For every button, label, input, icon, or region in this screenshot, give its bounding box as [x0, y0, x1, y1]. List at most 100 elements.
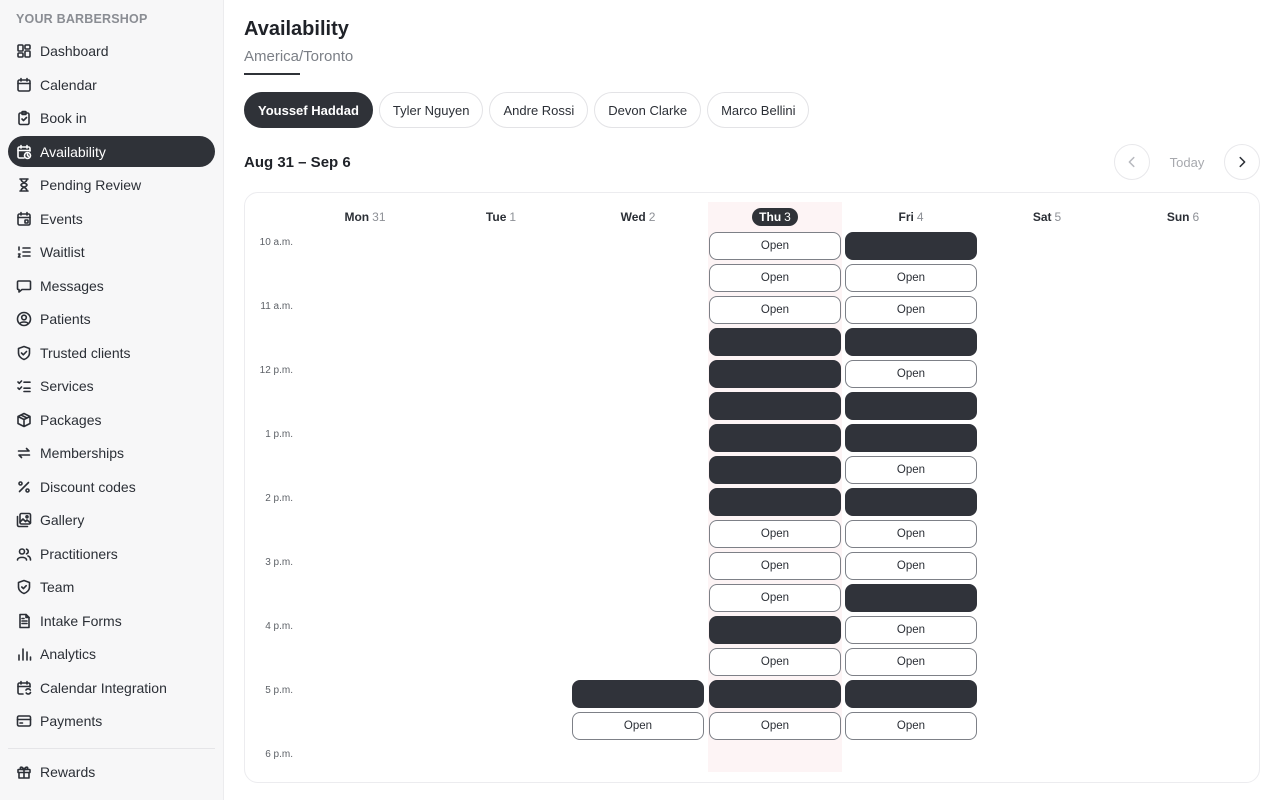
- day-header-fri: Fri 4: [844, 207, 978, 227]
- credit-card-icon: [16, 713, 32, 729]
- open-slot[interactable]: Open: [845, 648, 977, 676]
- day-date: 1: [509, 210, 517, 224]
- staff-tab-tyler-nguyen[interactable]: Tyler Nguyen: [378, 92, 484, 128]
- sidebar-item-trusted-clients[interactable]: Trusted clients: [8, 337, 215, 368]
- sidebar-item-calendar[interactable]: Calendar: [8, 69, 215, 100]
- sidebar-item-discount-codes[interactable]: Discount codes: [8, 471, 215, 502]
- open-slot[interactable]: Open: [845, 712, 977, 740]
- sidebar-item-payments[interactable]: Payments: [8, 705, 215, 736]
- day-date: 5: [1054, 210, 1062, 224]
- open-slot[interactable]: Open: [845, 552, 977, 580]
- day-header-wed: Wed 2: [571, 207, 705, 227]
- day-label: Tue 1: [486, 210, 516, 224]
- open-slot[interactable]: Open: [845, 616, 977, 644]
- booked-slot[interactable]: [845, 680, 977, 708]
- sidebar-item-label: Discount codes: [40, 478, 136, 495]
- sidebar-item-gallery[interactable]: Gallery: [8, 504, 215, 535]
- sidebar-item-label: Events: [40, 210, 83, 227]
- staff-tab-devon-clarke[interactable]: Devon Clarke: [594, 92, 702, 128]
- sidebar-item-label: Calendar: [40, 76, 97, 93]
- sidebar-item-dashboard[interactable]: Dashboard: [8, 35, 215, 66]
- open-slot[interactable]: Open: [572, 712, 704, 740]
- open-slot[interactable]: Open: [709, 264, 841, 292]
- list-ordered-icon: [16, 244, 32, 260]
- sidebar-item-memberships[interactable]: Memberships: [8, 437, 215, 468]
- sidebar-item-label: Book in: [40, 109, 87, 126]
- staff-tab-marco-bellini[interactable]: Marco Bellini: [707, 92, 810, 128]
- open-slot[interactable]: Open: [709, 552, 841, 580]
- day-label: Sat 5: [1033, 210, 1061, 224]
- booked-slot[interactable]: [709, 424, 841, 452]
- booked-slot[interactable]: [709, 328, 841, 356]
- booked-slot[interactable]: [709, 488, 841, 516]
- shield-icon: [16, 579, 32, 595]
- sidebar-item-label: Patients: [40, 310, 91, 327]
- open-slot[interactable]: Open: [845, 360, 977, 388]
- sidebar-item-rewards[interactable]: Rewards: [8, 756, 215, 787]
- sidebar-item-analytics[interactable]: Analytics: [8, 638, 215, 669]
- previous-week-button[interactable]: [1114, 144, 1150, 180]
- booked-slot[interactable]: [845, 392, 977, 420]
- sidebar-item-calendar-integration[interactable]: Calendar Integration: [8, 672, 215, 703]
- sidebar-item-team[interactable]: Team: [8, 571, 215, 602]
- day-header-thu: Thu 3: [708, 207, 842, 227]
- calendar-event-icon: [16, 211, 32, 227]
- booked-slot[interactable]: [845, 584, 977, 612]
- sidebar-item-practitioners[interactable]: Practitioners: [8, 538, 215, 569]
- staff-tabs: Youssef Haddad Tyler Nguyen Andre Rossi Dev…: [244, 92, 810, 128]
- sidebar-item-packages[interactable]: Packages: [8, 404, 215, 435]
- open-slot[interactable]: Open: [709, 520, 841, 548]
- sidebar-item-messages[interactable]: Messages: [8, 270, 215, 301]
- booked-slot[interactable]: [709, 456, 841, 484]
- booked-slot[interactable]: [572, 680, 704, 708]
- open-slot[interactable]: Open: [709, 232, 841, 260]
- timezone-label: America/Toronto: [244, 48, 354, 65]
- list-check-icon: [16, 378, 32, 394]
- booked-slot[interactable]: [709, 616, 841, 644]
- booked-slot[interactable]: [845, 424, 977, 452]
- clipboard-icon: [16, 110, 32, 126]
- open-slot[interactable]: Open: [709, 712, 841, 740]
- sidebar-item-availability[interactable]: Availability: [8, 136, 215, 167]
- day-name: Tue: [485, 210, 507, 224]
- day-name: Wed: [620, 210, 646, 224]
- open-slot[interactable]: Open: [709, 296, 841, 324]
- time-label: 5 p.m.: [265, 685, 293, 696]
- sidebar-item-services[interactable]: Services: [8, 370, 215, 401]
- sidebar-item-events[interactable]: Events: [8, 203, 215, 234]
- sidebar-item-patients[interactable]: Patients: [8, 303, 215, 334]
- open-slot[interactable]: Open: [845, 264, 977, 292]
- booked-slot[interactable]: [709, 392, 841, 420]
- booked-slot[interactable]: [845, 328, 977, 356]
- open-slot[interactable]: Open: [709, 648, 841, 676]
- staff-tab-andre-rossi[interactable]: Andre Rossi: [489, 92, 589, 128]
- time-label: 10 a.m.: [259, 237, 293, 248]
- open-slot[interactable]: Open: [709, 584, 841, 612]
- booked-slot[interactable]: [845, 232, 977, 260]
- today-button[interactable]: Today: [1156, 144, 1218, 180]
- sidebar-item-pending-review[interactable]: Pending Review: [8, 169, 215, 200]
- users-icon: [16, 546, 32, 562]
- staff-tab-youssef-haddad[interactable]: Youssef Haddad: [244, 92, 373, 128]
- sidebar-item-label: Payments: [40, 712, 103, 729]
- sidebar-item-book-in[interactable]: Book in: [8, 102, 215, 133]
- day-date: 6: [1192, 210, 1200, 224]
- sidebar-item-label: Messages: [40, 277, 104, 294]
- day-name: Sat: [1032, 210, 1052, 224]
- day-label: Sun 6: [1167, 210, 1199, 224]
- time-label: 3 p.m.: [265, 557, 293, 568]
- booked-slot[interactable]: [709, 680, 841, 708]
- booked-slot[interactable]: [709, 360, 841, 388]
- open-slot[interactable]: Open: [845, 456, 977, 484]
- sidebar-item-label: Trusted clients: [40, 344, 131, 361]
- day-label: Wed 2: [621, 210, 656, 224]
- open-slot[interactable]: Open: [845, 520, 977, 548]
- next-week-button[interactable]: [1224, 144, 1260, 180]
- booked-slot[interactable]: [845, 488, 977, 516]
- sidebar-item-intake-forms[interactable]: Intake Forms: [8, 605, 215, 636]
- sidebar-item-waitlist[interactable]: Waitlist: [8, 236, 215, 267]
- week-calendar: Mon 31 Tue 1 Wed 2 Thu 3 Fri 4 Sat 5 Sun 6 10 a.m. 11 a…: [244, 192, 1260, 783]
- sidebar-item-label: Gallery: [40, 511, 85, 528]
- sidebar-item-label: Dashboard: [40, 42, 109, 59]
- open-slot[interactable]: Open: [845, 296, 977, 324]
